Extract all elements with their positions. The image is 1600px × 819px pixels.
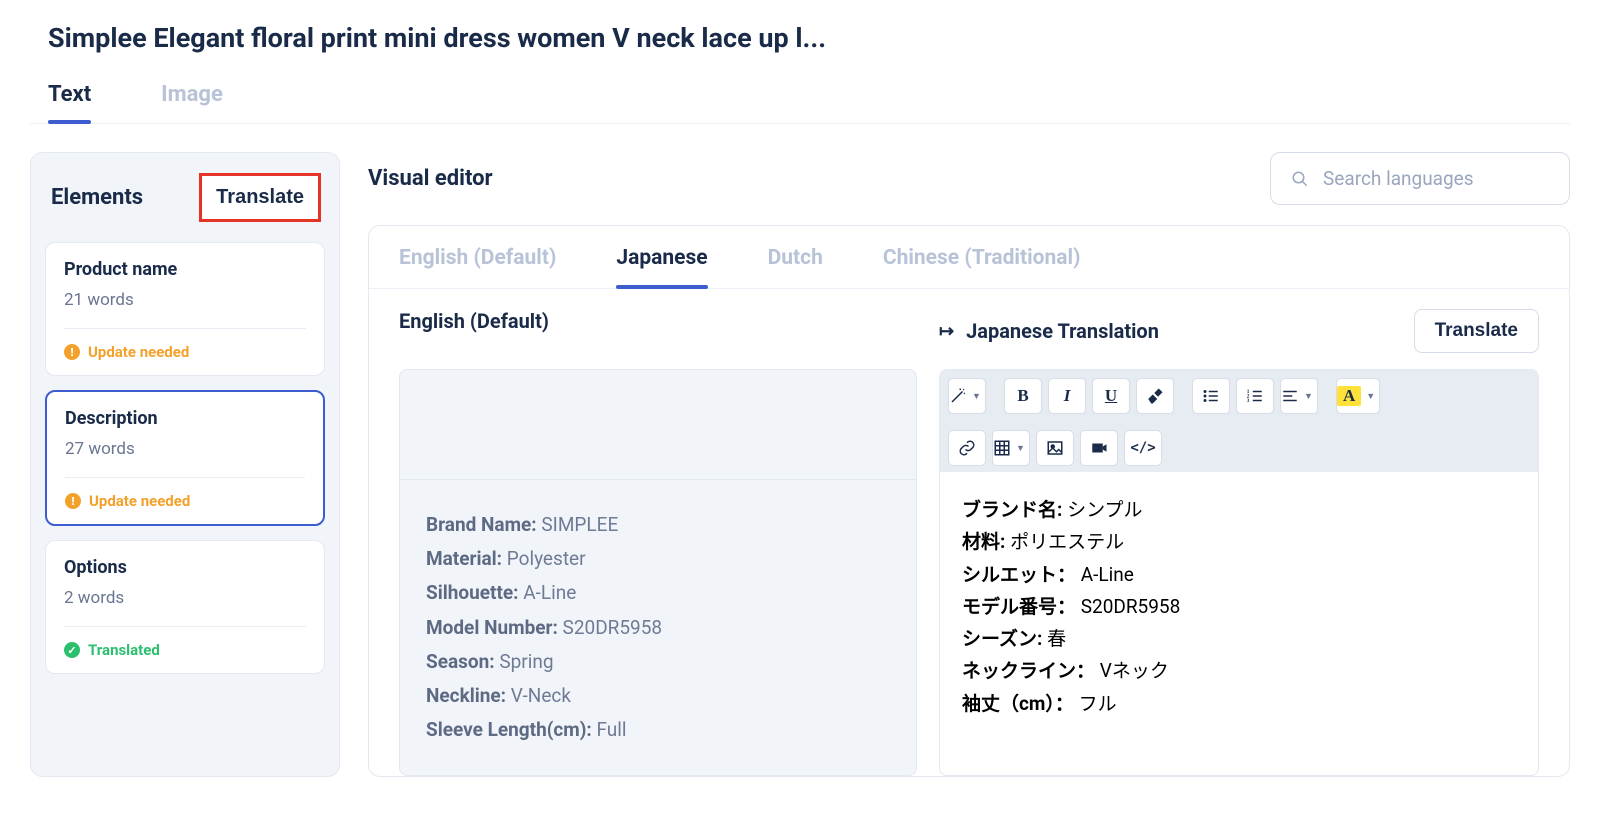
target-pane: ▼ B I U 123 ▼ A▼ ▼ xyxy=(939,369,1539,776)
element-words: 2 words xyxy=(64,588,306,627)
underline-button[interactable]: U xyxy=(1092,378,1130,414)
editor-title: Visual editor xyxy=(368,166,493,191)
lang-tab-japanese[interactable]: Japanese xyxy=(616,246,707,288)
bullet-list-button[interactable] xyxy=(1192,378,1230,414)
main-tab-image[interactable]: Image xyxy=(161,82,223,123)
video-button[interactable] xyxy=(1080,430,1118,466)
target-heading: Japanese Translation xyxy=(966,319,1159,343)
editor-box: English (Default) Japanese Dutch Chinese… xyxy=(368,225,1570,777)
check-icon: ✓ xyxy=(64,642,80,658)
element-name: Product name xyxy=(64,259,306,280)
element-status: ! Update needed xyxy=(65,492,305,510)
warning-icon: ! xyxy=(64,344,80,360)
element-name: Options xyxy=(64,557,306,578)
code-button[interactable]: </> xyxy=(1124,430,1162,466)
status-label: Update needed xyxy=(89,492,190,510)
main-tab-text[interactable]: Text xyxy=(48,82,91,123)
numbered-list-button[interactable]: 123 xyxy=(1236,378,1274,414)
translate-all-button[interactable]: Translate xyxy=(199,173,321,222)
align-button[interactable]: ▼ xyxy=(1280,378,1318,414)
main-tabs: Text Image xyxy=(30,82,1570,124)
source-heading: English (Default) xyxy=(399,309,939,353)
arrow-right-icon: ↦ xyxy=(939,321,954,342)
warning-icon: ! xyxy=(65,493,81,509)
status-label: Translated xyxy=(88,641,160,659)
sidebar-title: Elements xyxy=(51,185,143,210)
search-icon xyxy=(1291,170,1309,188)
element-card-options[interactable]: Options 2 words ✓ Translated xyxy=(45,540,325,674)
table-button[interactable]: ▼ xyxy=(992,430,1030,466)
svg-text:3: 3 xyxy=(1247,398,1250,404)
element-status: ! Update needed xyxy=(64,343,306,361)
rich-text-toolbar: ▼ B I U 123 ▼ A▼ ▼ xyxy=(940,370,1538,472)
lang-tab-dutch[interactable]: Dutch xyxy=(768,246,823,288)
lang-tab-english[interactable]: English (Default) xyxy=(399,246,556,288)
eraser-button[interactable] xyxy=(1136,378,1174,414)
element-card-product-name[interactable]: Product name 21 words ! Update needed xyxy=(45,242,325,376)
source-text: Brand Name: SIMPLEEMaterial: PolyesterSi… xyxy=(400,480,916,775)
element-card-description[interactable]: Description 27 words ! Update needed xyxy=(45,390,325,526)
search-placeholder: Search languages xyxy=(1323,167,1474,190)
lang-tab-chinese[interactable]: Chinese (Traditional) xyxy=(883,246,1081,288)
bold-button[interactable]: B xyxy=(1004,378,1042,414)
element-words: 21 words xyxy=(64,290,306,329)
source-blank-area xyxy=(400,370,916,480)
editor-area: Visual editor Search languages English (… xyxy=(368,152,1570,777)
link-button[interactable] xyxy=(948,430,986,466)
search-languages-input[interactable]: Search languages xyxy=(1270,152,1570,205)
language-tabs: English (Default) Japanese Dutch Chinese… xyxy=(369,226,1569,289)
element-name: Description xyxy=(65,408,305,429)
text-color-button[interactable]: A▼ xyxy=(1336,378,1380,414)
image-button[interactable] xyxy=(1036,430,1074,466)
elements-sidebar: Elements Translate Product name 21 words… xyxy=(30,152,340,777)
element-words: 27 words xyxy=(65,439,305,478)
target-text[interactable]: ブランド名: シンプル材料: ポリエステルシルエット： A-Lineモデル番号：… xyxy=(940,472,1538,742)
source-pane: Brand Name: SIMPLEEMaterial: PolyesterSi… xyxy=(399,369,917,776)
page-title: Simplee Elegant floral print mini dress … xyxy=(30,0,1570,82)
status-label: Update needed xyxy=(88,343,189,361)
element-status: ✓ Translated xyxy=(64,641,306,659)
translate-button[interactable]: Translate xyxy=(1414,309,1539,353)
italic-button[interactable]: I xyxy=(1048,378,1086,414)
magic-wand-button[interactable]: ▼ xyxy=(948,378,986,414)
